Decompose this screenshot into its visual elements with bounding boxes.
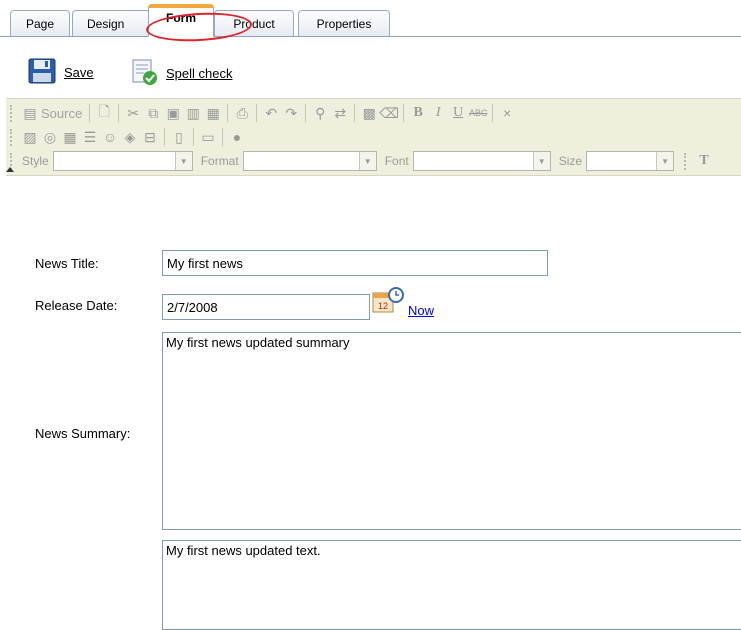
page-break-icon[interactable]: ⊟ [140, 127, 160, 147]
toolbar-separator [256, 104, 258, 122]
toolbar-separator [118, 104, 120, 122]
chevron-down-icon: ▼ [532, 152, 550, 170]
toolbar-grip [10, 104, 15, 122]
paste-text-icon[interactable]: ▥ [183, 103, 203, 123]
toolbar-row-2: ▨ ◎ ▦ ☰ ☺ ◈ ⊟ ▯ ▭ ● [6, 125, 247, 149]
preview-icon[interactable]: 🗋 [94, 103, 114, 123]
cut-icon[interactable]: ✂ [123, 103, 143, 123]
chevron-down-icon: ▼ [174, 152, 192, 170]
media-icon[interactable]: ● [227, 127, 247, 147]
source-icon: ▤ [23, 104, 37, 121]
style-label: Style [22, 154, 49, 168]
toolbar-separator [305, 104, 307, 122]
save-label: Save [64, 65, 94, 80]
tab-properties[interactable]: Properties [298, 10, 390, 36]
horizontal-rule-icon[interactable]: ☰ [80, 127, 100, 147]
news-title-input[interactable] [162, 250, 548, 276]
spell-check-button[interactable]: Spell check [130, 58, 232, 89]
image-icon[interactable]: ▨ [20, 127, 40, 147]
bold-icon[interactable]: B [408, 103, 428, 123]
font-select[interactable]: ▼ [412, 151, 551, 171]
tab-page[interactable]: Page [10, 10, 70, 36]
toolbar-separator [227, 104, 229, 122]
toolbar-row-1: ▤ Source 🗋 ✂ ⧉ ▣ ▥ ▦ ⎙ ↶ ↷ ⚲ ⇄ ▩ ⌫ B I U… [6, 101, 517, 125]
strikethrough-icon[interactable]: ABC [468, 103, 488, 123]
news-summary-label: News Summary: [35, 426, 131, 441]
style-select[interactable]: ▼ [52, 151, 193, 171]
toolbar-row-3: Style ▼ Format ▼ Font ▼ Size ▼ T [6, 149, 714, 173]
svg-text:12: 12 [378, 301, 388, 311]
editor-toolbar: ▤ Source 🗋 ✂ ⧉ ▣ ▥ ▦ ⎙ ↶ ↷ ⚲ ⇄ ▩ ⌫ B I U… [6, 98, 741, 176]
toolbar-separator [222, 128, 223, 146]
subscript-icon[interactable]: × [497, 103, 517, 123]
toolbar-grip [10, 128, 15, 146]
special-char-icon[interactable]: ◈ [120, 127, 140, 147]
release-date-label: Release Date: [35, 298, 118, 313]
redo-icon[interactable]: ↷ [281, 103, 301, 123]
action-bar: Save Spell check [0, 52, 741, 86]
toolbar-grip [684, 152, 689, 170]
tab-label: Page [25, 17, 55, 31]
iframe-icon[interactable]: ▭ [198, 127, 218, 147]
font-label: Font [384, 154, 409, 168]
chevron-down-icon: ▼ [358, 152, 376, 170]
tab-design[interactable]: Design [72, 10, 150, 36]
tab-bar: Page Design Form Product Properties [0, 0, 741, 44]
undo-icon[interactable]: ↶ [261, 103, 281, 123]
text-color-icon[interactable]: T [694, 151, 714, 171]
toolbar-separator [193, 128, 194, 146]
template-icon[interactable]: ▯ [169, 127, 189, 147]
table-icon[interactable]: ▦ [60, 127, 80, 147]
paste-word-icon[interactable]: ▦ [203, 103, 223, 123]
format-label: Format [200, 154, 239, 168]
now-link[interactable]: Now [408, 303, 434, 318]
save-button[interactable]: Save [28, 58, 94, 87]
toolbar-separator [492, 104, 494, 122]
flash-icon[interactable]: ◎ [40, 127, 60, 147]
italic-icon[interactable]: I [428, 103, 448, 123]
spell-check-icon [130, 58, 158, 89]
select-all-icon[interactable]: ▩ [359, 103, 379, 123]
find-icon[interactable]: ⚲ [310, 103, 330, 123]
toolbar-separator [403, 104, 405, 122]
remove-format-icon[interactable]: ⌫ [379, 103, 399, 123]
source-button[interactable]: Source [38, 103, 85, 123]
tab-label: Properties [316, 17, 372, 31]
underline-icon[interactable]: U [448, 103, 468, 123]
tab-label: Design [87, 17, 125, 31]
calendar-icon[interactable]: 12 [372, 287, 404, 315]
replace-icon[interactable]: ⇄ [330, 103, 350, 123]
toolbar-separator [354, 104, 356, 122]
news-summary-textarea[interactable]: My first news updated summary [162, 332, 741, 530]
news-text-textarea[interactable]: My first news updated text. [162, 540, 741, 630]
paste-icon[interactable]: ▣ [163, 103, 183, 123]
floppy-disk-icon [28, 58, 56, 87]
size-label: Size [558, 154, 583, 168]
news-title-label: News Title: [35, 256, 99, 271]
size-select[interactable]: ▼ [586, 151, 675, 171]
format-select[interactable]: ▼ [242, 151, 377, 171]
chevron-down-icon: ▼ [656, 152, 674, 170]
toolbar-separator [164, 128, 165, 146]
smiley-icon[interactable]: ☺ [100, 127, 120, 147]
print-icon[interactable]: ⎙ [232, 103, 252, 123]
collapse-toolbar-icon[interactable] [6, 167, 14, 172]
spell-check-label: Spell check [166, 66, 233, 81]
toolbar-separator [89, 104, 91, 122]
release-date-input[interactable] [162, 294, 370, 320]
copy-icon[interactable]: ⧉ [143, 103, 163, 123]
